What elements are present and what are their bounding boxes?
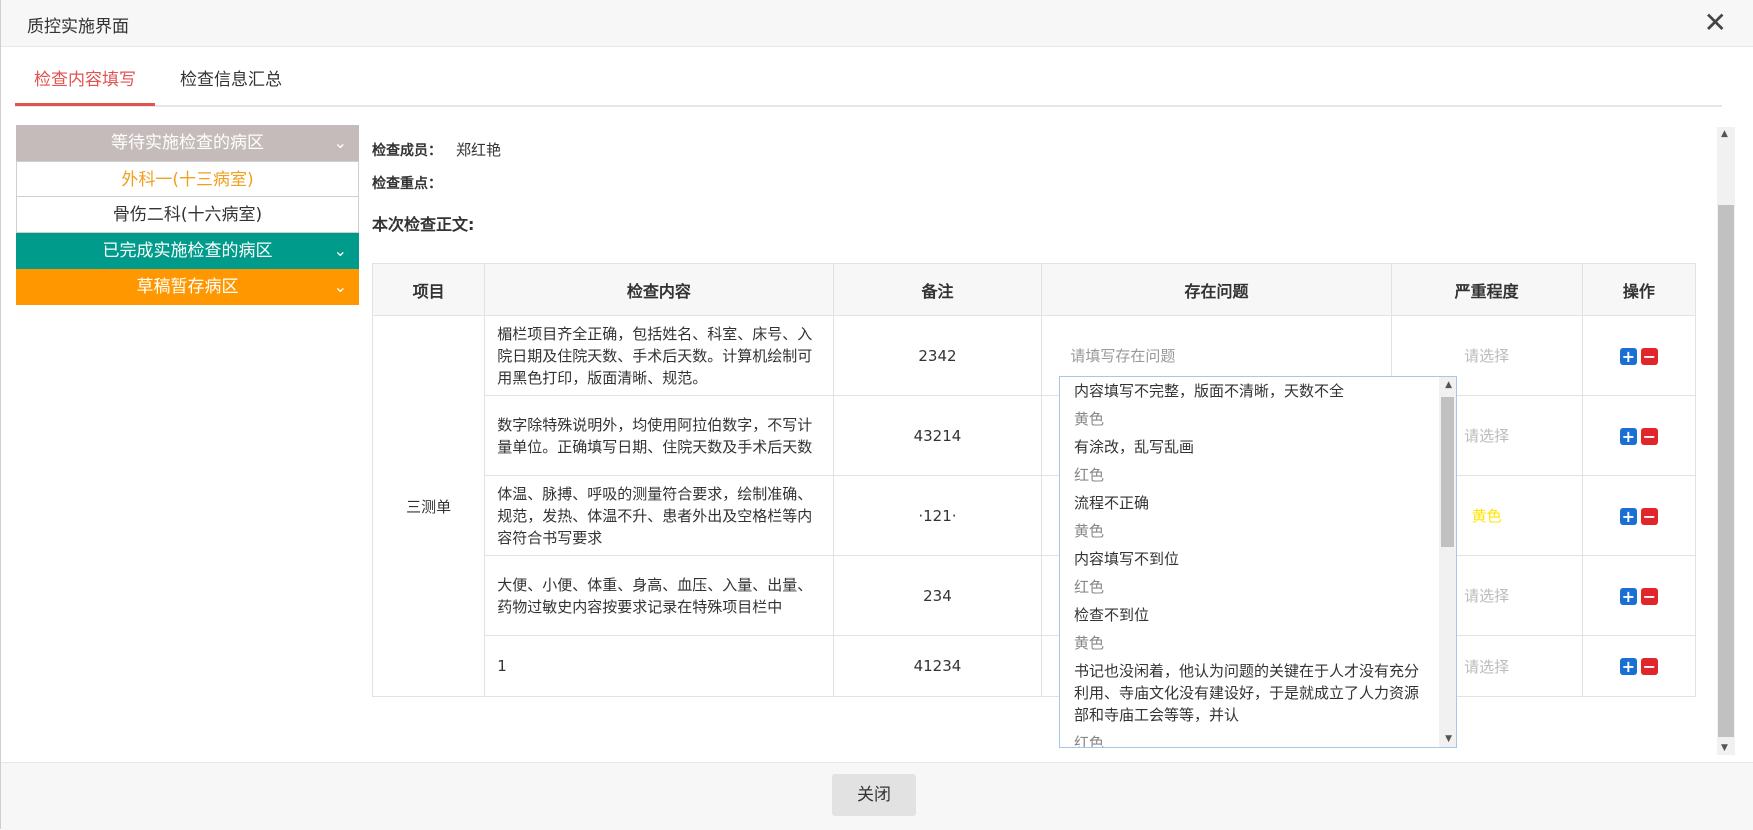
draft-wards-header[interactable]: 草稿暂存病区 ⌄	[16, 269, 359, 305]
col-header-remark: 备注	[832, 263, 1043, 316]
member-label: 检查成员：	[372, 143, 442, 159]
title-bar: 质控实施界面 ✕	[1, 0, 1753, 47]
sidebar-item-ward-surgery-1[interactable]: 外科一(十三病室)	[16, 161, 359, 197]
chevron-down-icon: ⌄	[333, 133, 347, 152]
col-header-content: 检查内容	[484, 263, 834, 316]
action-cell: + −	[1581, 395, 1697, 476]
chevron-down-icon: ⌄	[333, 241, 347, 260]
col-header-problem: 存在问题	[1041, 263, 1392, 316]
table-header-row: 项目 检查内容 备注 存在问题 严重程度 操作	[371, 263, 1697, 316]
problem-suggestion-dropdown: 内容填写不完整，版面不清晰，天数不全 黄色 有涂改，乱写乱画 红色 流程不正确 …	[1059, 376, 1457, 748]
dialog-title: 质控实施界面	[27, 17, 129, 37]
main-scroll-thumb[interactable]	[1718, 205, 1734, 737]
action-cell: + −	[1581, 635, 1697, 697]
main-scrollbar[interactable]: ▲ ▼	[1717, 127, 1735, 755]
remark-cell[interactable]: 41234	[832, 635, 1043, 697]
dropdown-option[interactable]: 内容填写不完整，版面不清晰，天数不全	[1060, 377, 1456, 405]
content-cell: 体温、脉搏、呼吸的测量符合要求，绘制准确、规范，发热、体温不升、患者外出及空格栏…	[484, 475, 834, 556]
remove-row-icon[interactable]: −	[1640, 347, 1658, 365]
close-button[interactable]: 关闭	[832, 774, 916, 816]
table-row: 三测单 楣栏项目齐全正确，包括姓名、科室、床号、入院日期及住院天数、手术后天数。…	[371, 315, 1697, 697]
add-row-icon[interactable]: +	[1619, 587, 1637, 605]
scroll-up-icon[interactable]: ▲	[1721, 129, 1728, 139]
tab-fill-content[interactable]: 检查内容填写	[15, 60, 155, 106]
scroll-down-icon[interactable]: ▼	[1721, 743, 1728, 753]
dropdown-option-severity: 红色	[1074, 734, 1105, 748]
draft-wards-label: 草稿暂存病区	[136, 277, 239, 297]
remark-cell[interactable]: 43214	[832, 395, 1043, 476]
dropdown-option[interactable]: 流程不正确	[1060, 489, 1456, 517]
dropdown-option-severity: 黄色	[1074, 522, 1105, 540]
focus-row: 检查重点：	[372, 173, 442, 193]
add-row-icon[interactable]: +	[1619, 427, 1637, 445]
dropdown-option[interactable]: 内容填写不到位	[1060, 545, 1456, 573]
qc-dialog: 质控实施界面 ✕ 检查内容填写 检查信息汇总 等待实施检查的病区 ⌄ 外科一(十…	[0, 0, 1753, 830]
content-cell: 大便、小便、体重、身高、血压、入量、出量、药物过敏史内容按要求记录在特殊项目栏中	[484, 555, 834, 636]
add-row-icon[interactable]: +	[1619, 658, 1637, 675]
content-cell: 1	[484, 635, 834, 697]
dropdown-option[interactable]: 检查不到位	[1060, 601, 1456, 629]
dropdown-option-severity: 红色	[1074, 466, 1105, 484]
completed-wards-header[interactable]: 已完成实施检查的病区 ⌄	[16, 233, 359, 269]
scroll-down-icon[interactable]: ▼	[1445, 734, 1452, 744]
remark-cell[interactable]: ·121·	[832, 475, 1043, 556]
add-row-icon[interactable]: +	[1619, 507, 1637, 525]
sidebar-item-ward-orthopedics-2[interactable]: 骨伤二科(十六病室)	[16, 197, 359, 233]
dropdown-option-severity: 红色	[1074, 578, 1105, 596]
focus-label: 检查重点：	[372, 176, 442, 192]
dropdown-option[interactable]: 有涂改，乱写乱画	[1060, 433, 1456, 461]
dropdown-scroll-thumb[interactable]	[1441, 397, 1454, 547]
check-table: 项目 检查内容 备注 存在问题 严重程度 操作 三测单 楣栏项目齐全正确，包括姓…	[371, 263, 1697, 697]
close-icon[interactable]: ✕	[1704, 6, 1727, 40]
table-row: 大便、小便、体重、身高、血压、入量、出量、药物过敏史内容按要求记录在特殊项目栏中…	[373, 555, 1697, 636]
pending-wards-label: 等待实施检查的病区	[111, 133, 264, 153]
col-header-item: 项目	[371, 263, 486, 316]
col-header-severity: 严重程度	[1390, 263, 1583, 316]
dropdown-option-severity: 黄色	[1074, 634, 1105, 652]
action-cell: + −	[1581, 315, 1697, 396]
add-row-icon[interactable]: +	[1619, 347, 1637, 365]
table-row: 体温、脉搏、呼吸的测量符合要求，绘制准确、规范，发热、体温不升、患者外出及空格栏…	[373, 475, 1697, 556]
member-value: 郑红艳	[456, 141, 502, 159]
body-label: 本次检查正文:	[372, 215, 475, 234]
member-row: 检查成员： 郑红艳	[372, 139, 501, 160]
remove-row-icon[interactable]: −	[1640, 507, 1658, 525]
dropdown-scrollbar[interactable]: ▲ ▼	[1439, 377, 1456, 747]
remove-row-icon[interactable]: −	[1640, 658, 1658, 675]
footer: 关闭	[1, 762, 1753, 830]
remark-cell[interactable]: 2342	[832, 315, 1043, 396]
col-header-action: 操作	[1581, 263, 1697, 316]
content-cell: 数字除特殊说明外，均使用阿拉伯数字，不写计量单位。正确填写日期、住院天数及手术后…	[484, 395, 834, 476]
completed-wards-label: 已完成实施检查的病区	[102, 241, 273, 261]
table-row: 数字除特殊说明外，均使用阿拉伯数字，不写计量单位。正确填写日期、住院天数及手术后…	[373, 395, 1697, 476]
tab-info-summary[interactable]: 检查信息汇总	[161, 60, 301, 103]
content-cell: 楣栏项目齐全正确，包括姓名、科室、床号、入院日期及住院天数、手术后天数。计算机绘…	[484, 315, 834, 396]
table-row: 1 41234 请选择 + −	[373, 635, 1697, 697]
dropdown-option[interactable]: 书记也没闲着，他认为问题的关键在于人才没有充分利用、寺庙文化没有建设好，于是就成…	[1060, 657, 1456, 729]
remove-row-icon[interactable]: −	[1640, 587, 1658, 605]
pending-wards-header[interactable]: 等待实施检查的病区 ⌄	[16, 125, 359, 161]
action-cell: + −	[1581, 475, 1697, 556]
tab-bar: 检查内容填写 检查信息汇总	[15, 60, 1722, 107]
ward-sidebar: 等待实施检查的病区 ⌄ 外科一(十三病室) 骨伤二科(十六病室) 已完成实施检查…	[16, 125, 359, 305]
scroll-up-icon[interactable]: ▲	[1445, 380, 1452, 390]
dropdown-option-severity: 黄色	[1074, 410, 1105, 428]
chevron-down-icon: ⌄	[333, 277, 347, 296]
group-cell: 三测单	[371, 315, 486, 697]
remark-cell[interactable]: 234	[832, 555, 1043, 636]
action-cell: + −	[1581, 555, 1697, 636]
remove-row-icon[interactable]: −	[1640, 427, 1658, 445]
